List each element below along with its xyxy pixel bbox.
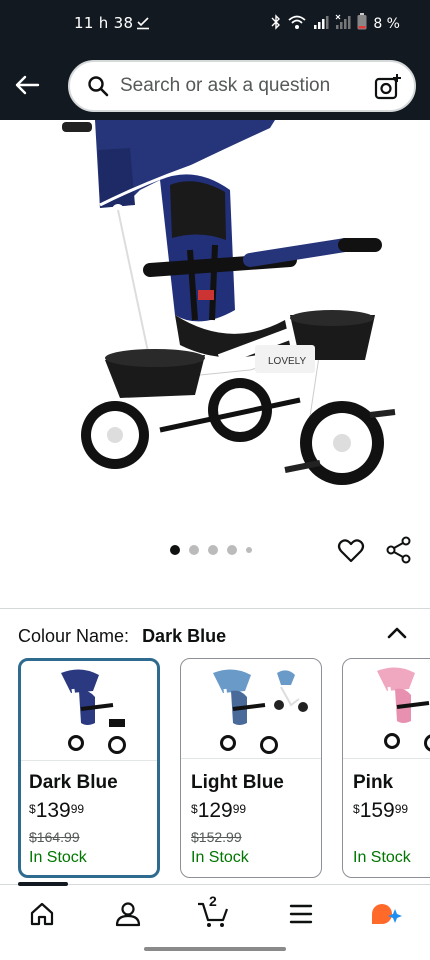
- battery-percent: 8 %: [373, 15, 400, 32]
- swatch-stock-status: In Stock: [29, 849, 87, 866]
- colour-swatch-list[interactable]: Dark Blue $ 139 99 $164.99 In Stock Ligh…: [18, 658, 430, 880]
- price-fraction: 99: [70, 802, 85, 816]
- chevron-up-icon: [387, 627, 407, 639]
- price-currency: $: [191, 802, 198, 816]
- wifi-icon: [287, 14, 307, 34]
- swatch-price: $ 139 99: [29, 799, 84, 823]
- home-icon: [30, 902, 54, 926]
- carousel-dot[interactable]: [208, 545, 218, 555]
- camera-lens-icon[interactable]: [374, 73, 402, 101]
- colour-variation-header: Colour Name: Dark Blue: [18, 626, 226, 647]
- swatch-price: $ 159 99: [353, 799, 408, 823]
- bluetooth-icon: [271, 13, 281, 34]
- share-button[interactable]: [385, 536, 413, 564]
- price-fraction: 99: [232, 802, 247, 816]
- swatch-list-price: $164.99: [29, 829, 80, 845]
- swatch-name: Pink: [353, 772, 394, 793]
- search-icon: [86, 74, 110, 98]
- price-currency: $: [353, 802, 360, 816]
- rufus-icon: [372, 904, 402, 924]
- download-check-icon: [136, 15, 150, 34]
- nav-rufus[interactable]: [370, 899, 402, 929]
- nav-account[interactable]: [112, 899, 144, 929]
- search-placeholder: Search or ask a question: [120, 75, 331, 96]
- active-tab-indicator: [18, 882, 68, 886]
- back-button[interactable]: [12, 70, 42, 100]
- swatch-list-price: $152.99: [191, 829, 242, 845]
- carousel-dot[interactable]: [189, 545, 199, 555]
- collapse-variations-button[interactable]: [384, 620, 410, 646]
- carousel-dot[interactable]: [170, 545, 180, 555]
- back-arrow-icon: [15, 75, 40, 95]
- status-bar: 11 h 38 8 %: [0, 0, 430, 50]
- signal-off-icon: [335, 14, 351, 34]
- swatch-price: $ 129 99: [191, 799, 246, 823]
- nav-home[interactable]: [26, 899, 58, 929]
- price-whole: 129: [197, 799, 233, 822]
- heart-icon: [337, 539, 365, 563]
- swatch-name: Light Blue: [191, 772, 284, 793]
- nav-menu[interactable]: [285, 899, 317, 929]
- section-divider: [0, 608, 430, 609]
- status-icons: 8 %: [271, 13, 400, 34]
- price-fraction: 99: [394, 802, 409, 816]
- image-carousel-dots[interactable]: [170, 545, 252, 555]
- system-home-indicator[interactable]: [144, 947, 286, 951]
- search-input[interactable]: Search or ask a question: [68, 60, 416, 112]
- swatch-thumbnail: [21, 661, 157, 761]
- swatch-stock-status: In Stock: [353, 849, 411, 866]
- carousel-dot[interactable]: [227, 545, 237, 555]
- nav-cart[interactable]: 2: [197, 893, 229, 929]
- add-to-list-button[interactable]: [337, 537, 365, 565]
- signal-icon: [313, 14, 329, 34]
- status-time: 11 h 38: [74, 14, 134, 32]
- product-image[interactable]: LOVELY: [0, 120, 430, 530]
- tricycle-image: LOVELY: [62, 120, 396, 485]
- swatch-thumbnail: [343, 659, 430, 759]
- price-whole: 139: [35, 799, 71, 822]
- carousel-dot[interactable]: [246, 547, 252, 553]
- swatch-name: Dark Blue: [29, 772, 118, 793]
- colour-swatch-light-blue[interactable]: Light Blue $ 129 99 $152.99 In Stock: [180, 658, 322, 878]
- price-whole: 159: [359, 799, 395, 822]
- swatch-stock-status: In Stock: [191, 849, 249, 866]
- share-icon: [386, 536, 411, 564]
- menu-icon: [289, 904, 313, 924]
- search-header: Search or ask a question: [0, 50, 430, 120]
- colour-swatch-dark-blue[interactable]: Dark Blue $ 139 99 $164.99 In Stock: [18, 658, 160, 878]
- bottom-navigation: 2: [0, 882, 430, 960]
- colour-label: Colour Name:: [18, 626, 130, 646]
- colour-swatch-pink[interactable]: Pink $ 159 99 In Stock: [342, 658, 430, 878]
- swatch-thumbnail: [181, 659, 321, 759]
- colour-selected-value: Dark Blue: [142, 626, 227, 646]
- price-currency: $: [29, 802, 36, 816]
- cart-count-badge: 2: [209, 893, 217, 909]
- account-icon: [115, 902, 141, 927]
- brand-logo-text: LOVELY: [268, 356, 306, 367]
- battery-icon: [357, 13, 367, 34]
